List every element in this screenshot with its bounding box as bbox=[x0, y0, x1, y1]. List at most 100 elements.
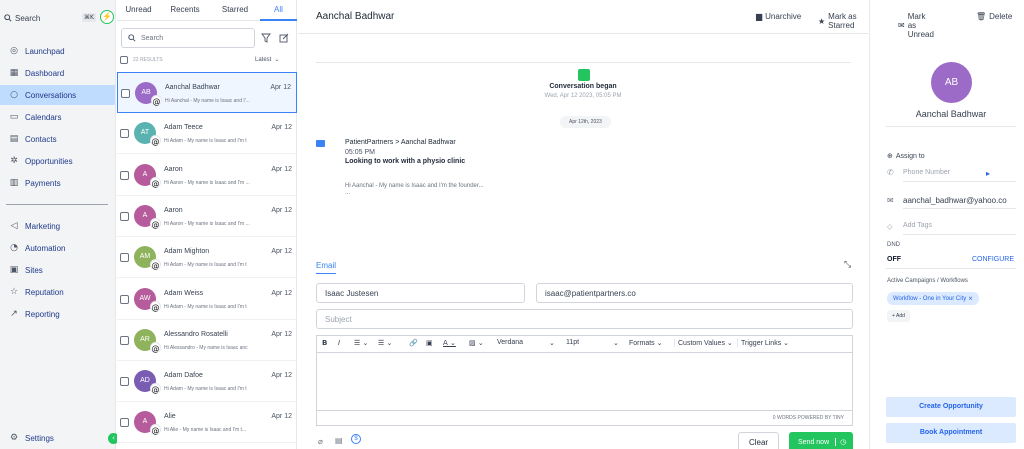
sidebar-item-label: Marketing bbox=[25, 221, 61, 231]
select-all-checkbox[interactable] bbox=[120, 56, 128, 64]
payments-icon: ▥ bbox=[9, 178, 19, 188]
message-date: Apr 12 bbox=[271, 206, 292, 214]
tab-email[interactable]: Email bbox=[316, 261, 337, 274]
image-icon[interactable]: ▣ bbox=[426, 339, 433, 347]
assign-to-button[interactable]: ⊕ Assign to bbox=[887, 152, 925, 160]
conversation-row[interactable]: A @ Aaron Apr 12 Hi Aaron - My name is Isaac… bbox=[117, 196, 297, 237]
sidebar-item-calendars[interactable]: ▭ Calendars bbox=[0, 107, 115, 127]
conversation-row[interactable]: AB @ Aanchal Badhwar Apr 12 Hi Aanchal - My … bbox=[117, 72, 297, 113]
message-more[interactable]: ... bbox=[345, 190, 350, 196]
divider bbox=[903, 208, 1016, 209]
conversation-row[interactable]: A @ Aaron Apr 12 Hi Aaron - My name is Isaac… bbox=[117, 155, 297, 196]
bolt-icon[interactable]: ⚡ bbox=[100, 10, 114, 24]
custom-values-dropdown[interactable]: Custom Values ⌄ bbox=[674, 339, 733, 347]
sort-dropdown[interactable]: Latest ⌄ bbox=[255, 56, 279, 63]
text-color-icon[interactable]: A ⌄ bbox=[443, 339, 456, 347]
phone-field[interactable]: Phone Number bbox=[903, 169, 950, 176]
editor-body[interactable] bbox=[317, 353, 852, 410]
row-checkbox[interactable] bbox=[120, 253, 129, 263]
conversation-row[interactable]: AM @ Adam Mighton Apr 12 Hi Adam - My name i… bbox=[117, 237, 297, 279]
sidebar-search[interactable]: Search ⌘K ⚡ bbox=[4, 10, 114, 25]
conversation-row[interactable]: A @ Alie Apr 12 Hi Alie - My name is Isaac a… bbox=[117, 402, 297, 444]
sidebar-item-launchpad[interactable]: ◎ Launchpad bbox=[0, 41, 115, 61]
row-checkbox[interactable] bbox=[120, 211, 129, 221]
divider bbox=[316, 62, 851, 63]
sidebar-item-payments[interactable]: ▥ Payments bbox=[0, 173, 115, 193]
configure-link[interactable]: CONFIGURE bbox=[972, 256, 1014, 263]
filter-icon[interactable] bbox=[261, 33, 271, 43]
tab-all[interactable]: All bbox=[260, 0, 297, 21]
call-icon[interactable]: ▸ bbox=[986, 169, 990, 178]
size-dropdown-chevron-icon[interactable]: ⌄ bbox=[613, 339, 619, 347]
tab-starred[interactable]: Starred bbox=[210, 0, 260, 21]
subject-input[interactable]: Subject bbox=[316, 309, 853, 329]
attach-icon[interactable]: ⌀ bbox=[318, 437, 323, 446]
sidebar-item-conversations[interactable]: ○ Conversations bbox=[0, 85, 115, 105]
sidebar-item-reputation[interactable]: ☆ Reputation bbox=[0, 282, 115, 302]
from-name-field[interactable]: Isaac Justesen bbox=[316, 283, 525, 303]
sidebar-item-marketing[interactable]: ◁ Marketing bbox=[0, 216, 115, 236]
payment-icon[interactable]: $ bbox=[351, 434, 361, 444]
message-preview: Hi Adam - My name is Isaac and I'm t bbox=[164, 262, 247, 269]
create-opportunity-button[interactable]: Create Opportunity bbox=[886, 397, 1016, 417]
message-date: Apr 12 bbox=[271, 248, 292, 256]
conversation-row[interactable]: AW @ Adam Weiss Apr 12 Hi Adam - My name is … bbox=[117, 279, 297, 320]
email-channel-icon: @ bbox=[150, 424, 161, 436]
from-email-field[interactable]: isaac@patientpartners.co bbox=[536, 283, 853, 303]
row-checkbox[interactable] bbox=[120, 335, 129, 345]
font-select[interactable]: Verdana bbox=[497, 339, 523, 346]
unarchive-label: Unarchive bbox=[765, 12, 802, 21]
book-appointment-button[interactable]: Book Appointment bbox=[886, 423, 1016, 443]
message-route: PatientPartners > Aanchal Badhwar bbox=[345, 139, 456, 146]
compose-icon[interactable] bbox=[279, 33, 289, 43]
collapse-icon[interactable]: ⤡ bbox=[844, 260, 851, 270]
message-date: Apr 12 bbox=[271, 330, 292, 338]
sidebar-item-dashboard[interactable]: ▦ Dashboard bbox=[0, 63, 115, 83]
tab-unread[interactable]: Unread bbox=[117, 0, 160, 21]
sidebar-item-opportunities[interactable]: ✲ Opportunities bbox=[0, 151, 115, 171]
sidebar-item-automation[interactable]: ◔ Automation bbox=[0, 238, 115, 258]
conversation-row[interactable]: AD @ Adam Dafoe Apr 12 Hi Adam - My name is … bbox=[117, 361, 297, 403]
conversation-search-input[interactable]: Search bbox=[121, 28, 255, 48]
sidebar-item-contacts[interactable]: ▤ Contacts bbox=[0, 129, 115, 149]
row-checkbox[interactable] bbox=[120, 294, 129, 304]
unarchive-button[interactable]: ▆ Unarchive bbox=[756, 12, 801, 21]
document-icon[interactable]: ▤ bbox=[335, 436, 343, 445]
tags-input[interactable]: Add Tags bbox=[903, 222, 932, 229]
send-now-button[interactable]: Send now ◷ bbox=[789, 432, 853, 449]
conversation-row[interactable]: AT @ Adam Teece Apr 12 Hi Adam - My name is … bbox=[117, 113, 297, 155]
sidebar-item-reporting[interactable]: ↗ Reporting bbox=[0, 304, 115, 324]
add-workflow-button[interactable]: + Add bbox=[887, 310, 910, 322]
row-checkbox[interactable] bbox=[120, 418, 129, 428]
email-field[interactable]: aanchal_badhwar@yahoo.co bbox=[903, 196, 1015, 205]
star-icon: ☆ bbox=[9, 287, 19, 297]
sidebar-item-settings[interactable]: ⚙ Settings bbox=[0, 428, 115, 448]
size-select[interactable]: 11pt bbox=[566, 339, 579, 346]
row-checkbox[interactable] bbox=[120, 170, 129, 180]
link-icon[interactable]: 🔗 bbox=[409, 339, 418, 347]
schedule-clock-icon[interactable]: ◷ bbox=[835, 438, 846, 446]
mark-starred-button[interactable]: ★ Mark as Starred bbox=[818, 12, 868, 30]
clear-button[interactable]: Clear bbox=[738, 432, 779, 449]
row-checkbox[interactable] bbox=[121, 89, 130, 98]
highlight-icon[interactable]: ▨ ⌄ bbox=[469, 339, 484, 347]
row-checkbox[interactable] bbox=[120, 377, 129, 387]
bold-icon[interactable]: B bbox=[322, 339, 327, 347]
workflow-chip[interactable]: Workflow - One in Your City ⨯ bbox=[887, 292, 979, 305]
close-icon[interactable]: ⨯ bbox=[968, 296, 973, 302]
formats-dropdown[interactable]: Formats ⌄ bbox=[629, 339, 662, 347]
numbered-list-icon[interactable]: ☰ ⌄ bbox=[378, 339, 392, 347]
bullet-list-icon[interactable]: ☰ ⌄ bbox=[354, 339, 368, 347]
font-dropdown-chevron-icon[interactable]: ⌄ bbox=[549, 339, 555, 347]
sidebar-item-sites[interactable]: ▣ Sites bbox=[0, 260, 115, 280]
phone-icon: ✆ bbox=[887, 168, 894, 177]
message-preview: Hi Aaron - My name is Isaac and I'm ... bbox=[164, 179, 250, 186]
conversation-title: Aanchal Badhwar bbox=[316, 11, 395, 22]
trigger-links-dropdown[interactable]: Trigger Links ⌄ bbox=[737, 339, 789, 347]
italic-icon[interactable]: I bbox=[338, 339, 340, 347]
row-checkbox[interactable] bbox=[120, 129, 129, 139]
tab-recents[interactable]: Recents bbox=[160, 0, 210, 21]
message-preview: Hi Adam - My name is Isaac and I'm t bbox=[164, 138, 247, 145]
conversation-row[interactable]: AR @ Alessandro Rosatelli Apr 12 Hi Alessand… bbox=[117, 320, 297, 361]
divider bbox=[903, 181, 1016, 182]
